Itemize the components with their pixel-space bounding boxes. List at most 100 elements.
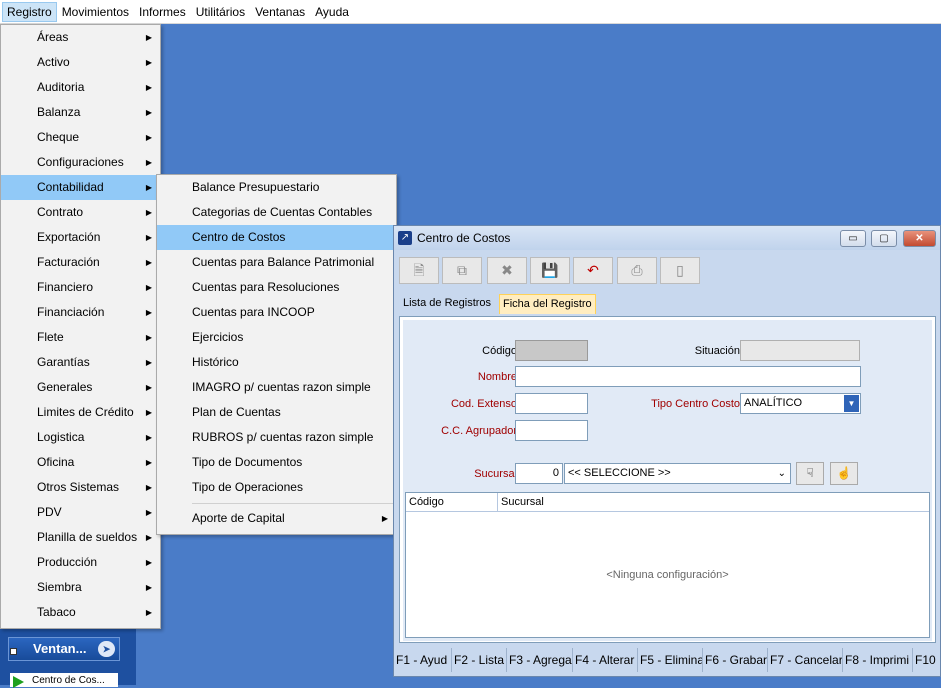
submenu-item-balance-presupuestario[interactable]: Balance Presupuestario bbox=[157, 175, 396, 200]
new-icon[interactable]: 🗎 bbox=[399, 257, 439, 284]
chevron-right-icon: ▶ bbox=[145, 133, 152, 142]
menu-informes[interactable]: Informes bbox=[134, 2, 191, 22]
menu-ayuda[interactable]: Ayuda bbox=[310, 2, 354, 22]
menu-item-siembra[interactable]: Siembra ▶ bbox=[1, 575, 160, 600]
close-button[interactable]: ✕ bbox=[903, 230, 936, 247]
menu-item-pdv[interactable]: PDV ▶ bbox=[1, 500, 160, 525]
nombre-field[interactable] bbox=[515, 366, 861, 387]
f10-button[interactable]: F10 bbox=[913, 648, 940, 672]
menu-registro[interactable]: Registro bbox=[2, 1, 57, 22]
submenu-item-ejercicios[interactable]: Ejercicios bbox=[157, 325, 396, 350]
tipo-centro-costo-select[interactable]: ANALÍTICO ▼ bbox=[740, 393, 861, 414]
menu-item-label: Generales bbox=[37, 380, 93, 394]
contabilidad-submenu: Balance Presupuestario Categorias de Cuen… bbox=[156, 174, 397, 535]
app-icon: ↗ bbox=[398, 231, 412, 245]
submenu-item-tipo-de-documentos[interactable]: Tipo de Documentos bbox=[157, 450, 396, 475]
submenu-item-cuentas-para-balance-patrimonial[interactable]: Cuentas para Balance Patrimonial bbox=[157, 250, 396, 275]
f3-button[interactable]: F3 - Agrega bbox=[507, 648, 573, 672]
tab-lista-de-registros[interactable]: Lista de Registros bbox=[400, 294, 494, 314]
cod-extenso-field[interactable] bbox=[515, 393, 588, 414]
menu-item-flete[interactable]: Flete ▶ bbox=[1, 325, 160, 350]
side-panel-header[interactable]: Ventan... ➤ bbox=[8, 637, 120, 661]
chevron-right-icon: ▶ bbox=[145, 233, 152, 242]
f2-button[interactable]: F2 - Lista bbox=[452, 648, 507, 672]
centro-de-costos-window: ↗ Centro de Costos ▭ ▢ ✕ 🗎 ⧉ ✖ 💾 ↶ ⎙ ▯ L… bbox=[393, 225, 941, 677]
menu-item-label: Exportación bbox=[37, 230, 101, 244]
minimize-button[interactable]: ▭ bbox=[840, 230, 866, 247]
submenu-item-categorias-de-cuentas-contables[interactable]: Categorias de Cuentas Contables bbox=[157, 200, 396, 225]
grid-col-codigo[interactable]: Código bbox=[406, 493, 497, 512]
submenu-item-historico[interactable]: Histórico bbox=[157, 350, 396, 375]
submenu-item-imagro-p-cuentas-razon-simple[interactable]: IMAGRO p/ cuentas razon simple bbox=[157, 375, 396, 400]
f7-button[interactable]: F7 - Cancelar bbox=[768, 648, 843, 672]
exit-icon[interactable]: ▯ bbox=[660, 257, 700, 284]
submenu-item-cuentas-para-resoluciones[interactable]: Cuentas para Resoluciones bbox=[157, 275, 396, 300]
menu-item-label: Tabaco bbox=[37, 605, 76, 619]
menu-utilitarios[interactable]: Utilitários bbox=[191, 2, 250, 22]
menu-item-facturacion[interactable]: Facturación ▶ bbox=[1, 250, 160, 275]
menu-separator bbox=[192, 503, 394, 504]
undo-icon[interactable]: ↶ bbox=[573, 257, 613, 284]
situacion-field bbox=[740, 340, 860, 361]
dropdown-arrow-icon[interactable]: ▼ bbox=[844, 395, 859, 412]
menu-item-balanza[interactable]: Balanza ▶ bbox=[1, 100, 160, 125]
menu-item-contabilidad[interactable]: Contabilidad ▶ bbox=[1, 175, 160, 200]
menu-item-label: Otros Sistemas bbox=[37, 480, 120, 494]
menu-item-auditoria[interactable]: Auditoria ▶ bbox=[1, 75, 160, 100]
menu-item-activo[interactable]: Activo ▶ bbox=[1, 50, 160, 75]
chevron-right-icon: ▶ bbox=[145, 208, 152, 217]
menu-item-produccion[interactable]: Producción ▶ bbox=[1, 550, 160, 575]
menu-item-label: Facturación bbox=[37, 255, 100, 269]
menu-item-label: Limites de Crédito bbox=[37, 405, 134, 419]
menu-item-generales[interactable]: Generales ▶ bbox=[1, 375, 160, 400]
hand-down-icon[interactable]: ☟ bbox=[796, 462, 824, 485]
menu-item-tabaco[interactable]: Tabaco ▶ bbox=[1, 600, 160, 625]
hand-up-icon[interactable]: ☝ bbox=[830, 462, 858, 485]
f8-button[interactable]: F8 - Imprimi bbox=[843, 648, 913, 672]
menu-item-areas[interactable]: Áreas ▶ bbox=[1, 25, 160, 50]
cc-agrupador-field[interactable] bbox=[515, 420, 588, 441]
submenu-item-plan-de-cuentas[interactable]: Plan de Cuentas bbox=[157, 400, 396, 425]
menu-movimientos[interactable]: Movimientos bbox=[57, 2, 134, 22]
f4-button[interactable]: F4 - Alterar bbox=[573, 648, 638, 672]
restore-button[interactable]: ▢ bbox=[871, 230, 897, 247]
menu-item-logistica[interactable]: Logistica ▶ bbox=[1, 425, 160, 450]
collapse-icon[interactable]: ➤ bbox=[98, 641, 115, 657]
menu-item-planilla-de-sueldos[interactable]: Planilla de sueldos ▶ bbox=[1, 525, 160, 550]
menu-item-configuraciones[interactable]: Configuraciones ▶ bbox=[1, 150, 160, 175]
submenu-item-tipo-de-operaciones[interactable]: Tipo de Operaciones bbox=[157, 475, 396, 500]
menu-ventanas[interactable]: Ventanas bbox=[250, 2, 310, 22]
chevron-right-icon: ▶ bbox=[145, 558, 152, 567]
chevron-right-icon: ▶ bbox=[381, 514, 388, 523]
menu-item-financiacion[interactable]: Financiación ▶ bbox=[1, 300, 160, 325]
menu-item-otros-sistemas[interactable]: Otros Sistemas ▶ bbox=[1, 475, 160, 500]
sucursal-select[interactable]: << SELECCIONE >> ⌄ bbox=[564, 463, 791, 484]
submenu-item-cuentas-para-incoop[interactable]: Cuentas para INCOOP bbox=[157, 300, 396, 325]
print-icon[interactable]: ⎙ bbox=[617, 257, 657, 284]
menu-item-oficina[interactable]: Oficina ▶ bbox=[1, 450, 160, 475]
sucursal-code-field[interactable]: 0 bbox=[515, 463, 563, 484]
f5-button[interactable]: F5 - Elimina bbox=[638, 648, 703, 672]
codigo-field bbox=[515, 340, 588, 361]
menu-item-financiero[interactable]: Financiero ▶ bbox=[1, 275, 160, 300]
menu-item-limites-de-credito[interactable]: Limites de Crédito ▶ bbox=[1, 400, 160, 425]
submenu-item-centro-de-costos[interactable]: Centro de Costos bbox=[157, 225, 396, 250]
submenu-item-rubros-p-cuentas-razon-simple[interactable]: RUBROS p/ cuentas razon simple bbox=[157, 425, 396, 450]
menu-item-exportacion[interactable]: Exportación ▶ bbox=[1, 225, 160, 250]
delete-icon[interactable]: ✖ bbox=[487, 257, 527, 284]
grid-col-sucursal[interactable]: Sucursal bbox=[497, 493, 929, 512]
chevron-right-icon: ▶ bbox=[145, 33, 152, 42]
f1-button[interactable]: F1 - Ayud bbox=[394, 648, 452, 672]
menu-item-cheque[interactable]: Cheque ▶ bbox=[1, 125, 160, 150]
menu-item-label: Activo bbox=[37, 55, 70, 69]
submenu-item-aporte-de-capital[interactable]: Aporte de Capital ▶ bbox=[157, 506, 396, 531]
record-form: Código Situación Nombre Cod. Extenso Tip… bbox=[403, 320, 932, 641]
f6-button[interactable]: F6 - Grabar bbox=[703, 648, 768, 672]
menu-item-garantias[interactable]: Garantías ▶ bbox=[1, 350, 160, 375]
menu-item-contrato[interactable]: Contrato ▶ bbox=[1, 200, 160, 225]
copy-icon[interactable]: ⧉ bbox=[442, 257, 482, 284]
tab-ficha-del-registro[interactable]: Ficha del Registro bbox=[499, 294, 596, 314]
grid-header: Código Sucursal bbox=[406, 493, 929, 512]
save-icon[interactable]: 💾 bbox=[530, 257, 570, 284]
window-titlebar[interactable]: ↗ Centro de Costos ▭ ▢ ✕ bbox=[394, 226, 940, 250]
